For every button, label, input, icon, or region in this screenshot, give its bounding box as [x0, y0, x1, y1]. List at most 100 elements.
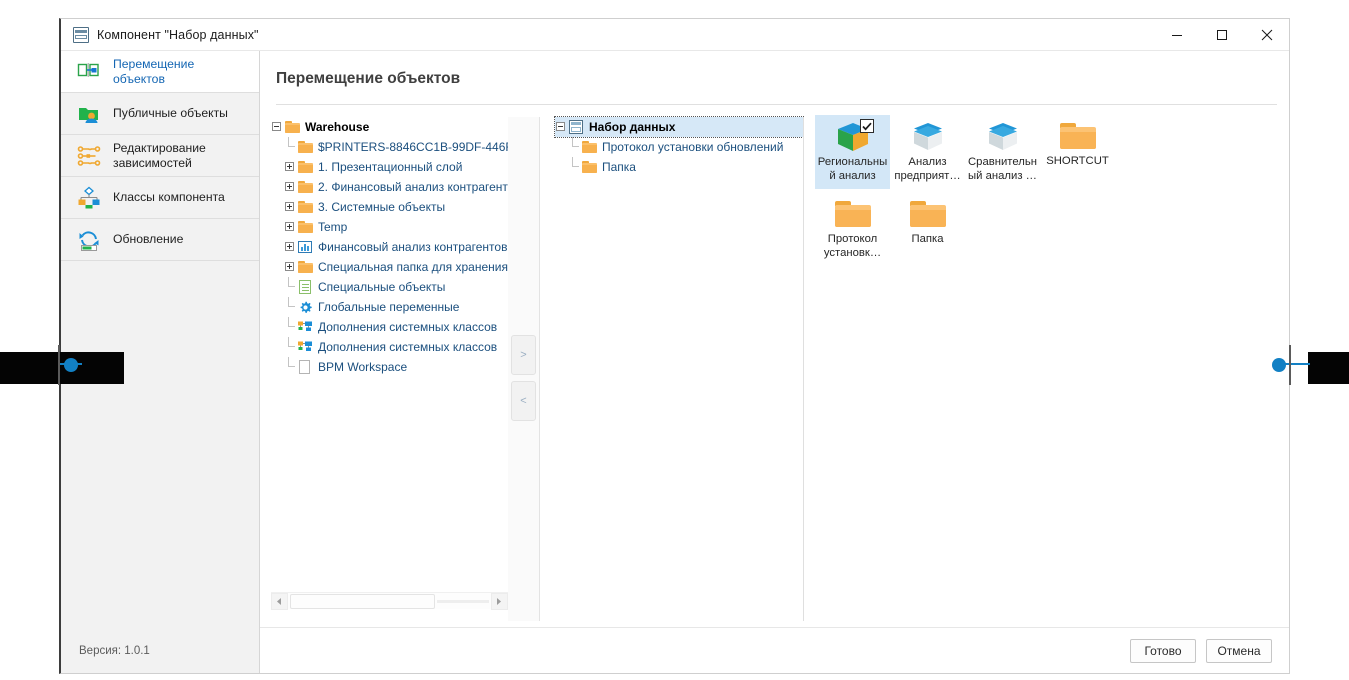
- tree-row[interactable]: Набор данных: [554, 116, 804, 138]
- component-dialog-window: Компонент "Набор данных" Перемещение объ…: [59, 18, 1290, 674]
- tree-row[interactable]: $PRINTERS-8846CC1B-99DF-446F-AF3: [271, 137, 508, 157]
- ok-button[interactable]: Готово: [1130, 638, 1196, 663]
- maximize-icon: [1216, 30, 1227, 40]
- folder-icon: [297, 137, 315, 157]
- tree-row[interactable]: Дополнения системных классов: [271, 337, 508, 357]
- target-tree[interactable]: Набор данных Протокол установки обновлен…: [554, 116, 804, 621]
- folder-icon: [834, 201, 871, 230]
- grid-item[interactable]: Папка: [890, 193, 965, 267]
- tree-row[interactable]: Папка: [555, 157, 803, 177]
- folder-icon: [581, 137, 599, 157]
- expander-plus-icon[interactable]: [284, 257, 297, 277]
- tree-connector: [284, 337, 297, 357]
- tree-row[interactable]: Протокол установки обновлений: [555, 137, 803, 157]
- class-tree-icon: [297, 337, 315, 357]
- folder-icon: [581, 157, 599, 177]
- close-button[interactable]: [1244, 19, 1289, 51]
- tree-row[interactable]: BPM Workspace: [271, 357, 508, 377]
- tree-row[interactable]: 3. Системные объекты: [271, 197, 508, 217]
- tree-row-label: Дополнения системных классов: [318, 320, 498, 334]
- grid-item[interactable]: Региональный анализ: [815, 115, 890, 189]
- move-objects-icon: [77, 60, 101, 84]
- tree-connector: [284, 317, 297, 337]
- checkbox-checked-icon[interactable]: [859, 119, 874, 133]
- tree-row[interactable]: Специальная папка для хранения ко: [271, 257, 508, 277]
- folder-icon: [297, 257, 315, 277]
- window-body: Перемещение объектов Публичные объекты Р…: [61, 51, 1289, 673]
- move-to-right-button[interactable]: >: [511, 335, 536, 375]
- minimize-icon: [1171, 35, 1182, 36]
- expander-minus-icon[interactable]: [555, 117, 568, 137]
- hscrollbar-rail[interactable]: [437, 600, 489, 603]
- chart-icon: [297, 237, 315, 257]
- sidebar-item-label: Классы компонента: [113, 190, 225, 205]
- chevron-left-icon: [277, 598, 281, 605]
- grid-item[interactable]: Анализ предприят…: [890, 115, 965, 189]
- sidebar-item-public-objects[interactable]: Публичные объекты: [61, 93, 259, 135]
- tree-row-label: $PRINTERS-8846CC1B-99DF-446F-AF3: [318, 140, 508, 154]
- tree-row[interactable]: Warehouse: [271, 117, 508, 137]
- sidebar-item-label: Публичные объекты: [113, 106, 228, 121]
- tree-row-label: Папка: [602, 160, 636, 174]
- tree-connector: [284, 297, 297, 317]
- sidebar-item-component-classes[interactable]: Классы компонента: [61, 177, 259, 219]
- cancel-button[interactable]: Отмена: [1206, 638, 1272, 663]
- sidebar-item-label: Перемещение объектов: [113, 57, 195, 86]
- expander-plus-icon[interactable]: [284, 157, 297, 177]
- cube-blue-icon: [985, 121, 1021, 153]
- tree-row[interactable]: Финансовый анализ контрагентов: [271, 237, 508, 257]
- tree-connector: [284, 137, 297, 157]
- tree-row-label: Специальная папка для хранения ко: [318, 260, 508, 274]
- update-icon: [77, 228, 101, 252]
- sidebar-item-move-objects[interactable]: Перемещение объектов: [61, 51, 259, 93]
- tree-row[interactable]: Специальные объекты: [271, 277, 508, 297]
- plain-document-icon: [297, 357, 315, 377]
- panel-divider: [803, 117, 804, 621]
- object-icon-grid: Региональный анализ Анализ предприят… Ср…: [815, 115, 1277, 621]
- page-title: Перемещение объектов: [276, 70, 461, 87]
- tree-row[interactable]: 1. Презентационный слой: [271, 157, 508, 177]
- source-tree-hscrollbar[interactable]: [271, 592, 508, 610]
- scroll-right-button[interactable]: [491, 593, 508, 610]
- grid-item-label: Региональный анализ: [817, 156, 888, 182]
- version-label: Версия: 1.0.1: [79, 645, 150, 657]
- folder-icon: [909, 201, 946, 230]
- expander-minus-icon[interactable]: [271, 117, 284, 137]
- tree-row-label: Глобальные переменные: [318, 300, 460, 314]
- hscrollbar-thumb[interactable]: [290, 594, 435, 609]
- tree-row-label: 3. Системные объекты: [318, 200, 446, 214]
- scroll-left-button[interactable]: [271, 593, 288, 610]
- sidebar-item-update[interactable]: Обновление: [61, 219, 259, 261]
- tree-row[interactable]: Дополнения системных классов: [271, 317, 508, 337]
- tree-row[interactable]: Temp: [271, 217, 508, 237]
- expander-plus-icon[interactable]: [284, 177, 297, 197]
- edit-dependencies-icon: [77, 144, 101, 168]
- grid-item[interactable]: SHORTCUT: [1040, 115, 1115, 189]
- grid-item[interactable]: Протокол установк…: [815, 193, 890, 267]
- window-controls: [1154, 19, 1289, 51]
- window-title: Компонент "Набор данных": [97, 27, 259, 42]
- tree-row[interactable]: Глобальные переменные: [271, 297, 508, 317]
- tree-row[interactable]: 2. Финансовый анализ контрагентов: [271, 177, 508, 197]
- main-content: Перемещение объектов Warehouse $PRINTERS…: [260, 51, 1289, 673]
- folder-icon: [284, 117, 302, 137]
- sidebar-item-edit-dependencies[interactable]: Редактирование зависимостей: [61, 135, 259, 177]
- expander-plus-icon[interactable]: [284, 197, 297, 217]
- folder-icon: [1059, 123, 1096, 152]
- tree-connector: [284, 277, 297, 297]
- grid-item-label: Папка: [911, 233, 944, 245]
- public-objects-icon: [77, 102, 101, 126]
- expander-plus-icon[interactable]: [284, 237, 297, 257]
- dataset-window-icon: [73, 26, 89, 43]
- grid-item[interactable]: Сравнительный анализ …: [965, 115, 1040, 189]
- grid-item-label: Сравнительный анализ …: [968, 156, 1037, 182]
- move-to-left-button[interactable]: <: [511, 381, 536, 421]
- minimize-button[interactable]: [1154, 19, 1199, 51]
- grid-item-label: Протокол установк…: [823, 233, 882, 259]
- maximize-button[interactable]: [1199, 19, 1244, 51]
- source-tree[interactable]: Warehouse $PRINTERS-8846CC1B-99DF-446F-A…: [271, 117, 508, 587]
- tree-connector: [568, 137, 581, 157]
- transfer-workspace: Warehouse $PRINTERS-8846CC1B-99DF-446F-A…: [271, 115, 1277, 621]
- expander-plus-icon[interactable]: [284, 217, 297, 237]
- window-titlebar[interactable]: Компонент "Набор данных": [61, 19, 1289, 51]
